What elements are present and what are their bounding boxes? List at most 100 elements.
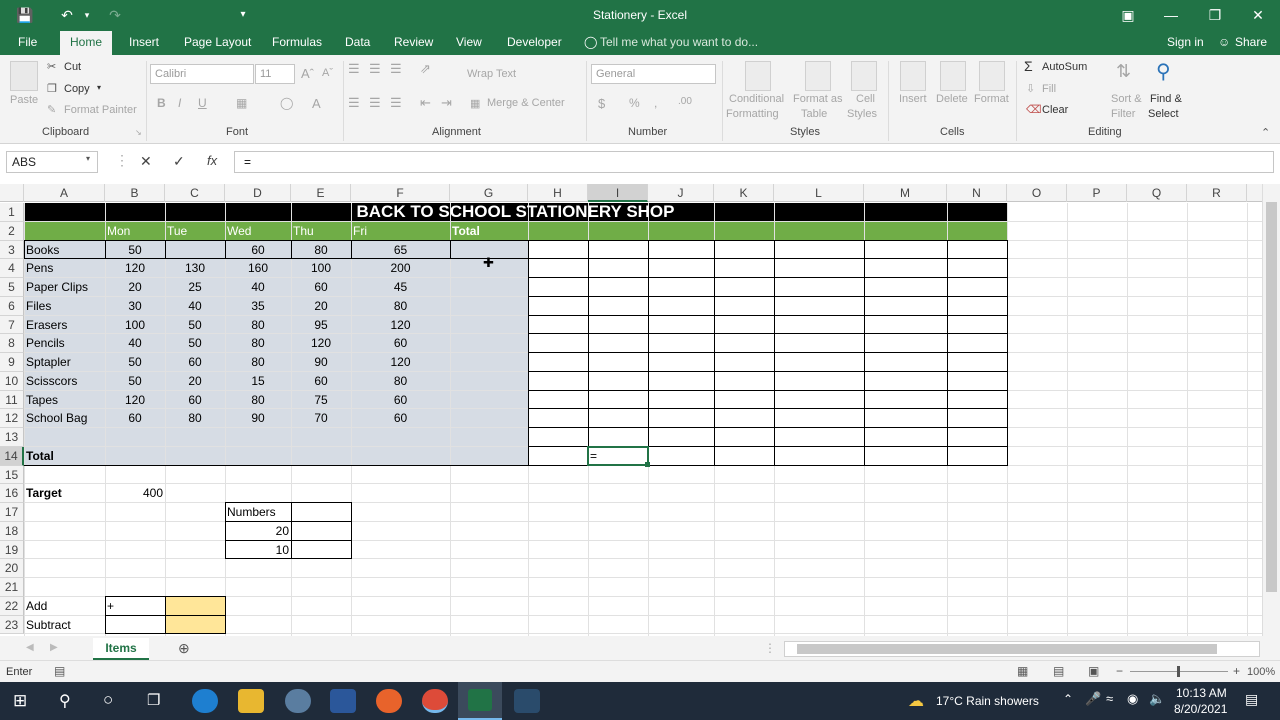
sales-value[interactable]: 30 [105, 297, 165, 316]
column-header-n[interactable]: N [947, 184, 1007, 202]
file-explorer-icon[interactable] [238, 689, 264, 713]
sales-value[interactable]: 60 [351, 391, 450, 410]
font-name-combo[interactable]: Calibri [150, 64, 254, 84]
collapse-ribbon-icon[interactable]: ⌃ [1261, 126, 1270, 139]
zoom-in-icon[interactable]: + [1233, 664, 1240, 678]
sort-filter-label-1[interactable]: Sort & [1111, 93, 1142, 105]
copy-dropdown-icon[interactable]: ▾ [97, 83, 101, 92]
increase-indent-icon[interactable]: ⇥ [441, 95, 452, 111]
sales-value[interactable]: 80 [225, 353, 291, 372]
row-header-9[interactable]: 9 [0, 353, 24, 372]
name-box[interactable]: ABS [6, 151, 98, 173]
row-header-5[interactable]: 5 [0, 278, 24, 297]
confirm-entry-icon[interactable]: ✓ [173, 153, 185, 170]
row-header-19[interactable]: 19 [0, 540, 24, 560]
firefox-icon[interactable] [376, 689, 402, 713]
sales-value[interactable]: 60 [165, 353, 225, 372]
cell-styles-label-1[interactable]: Cell [856, 93, 875, 105]
sales-value[interactable]: 60 [351, 334, 450, 353]
add-label[interactable]: Add [24, 597, 105, 616]
decrease-indent-icon[interactable]: ⇤ [420, 95, 431, 111]
item-name[interactable]: Books [24, 241, 105, 260]
add-sheet-icon[interactable]: ⊕ [178, 640, 190, 657]
formula-input[interactable]: = [234, 151, 1274, 173]
item-name[interactable]: Erasers [24, 316, 105, 335]
sales-value[interactable]: 65 [351, 241, 450, 260]
align-bottom-icon[interactable]: ☰ [390, 61, 402, 77]
column-header-b[interactable]: B [105, 184, 165, 202]
row-header-7[interactable]: 7 [0, 315, 24, 335]
column-header-g[interactable]: G [450, 184, 528, 202]
header-mon[interactable]: Mon [105, 222, 165, 241]
column-header-p[interactable]: P [1067, 184, 1127, 202]
row-header-12[interactable]: 12 [0, 409, 24, 428]
sales-value[interactable]: 120 [105, 259, 165, 278]
item-name[interactable]: Scisscors [24, 372, 105, 391]
paste-button[interactable]: Paste [10, 94, 38, 106]
tab-page-layout[interactable]: Page Layout [184, 35, 251, 49]
next-sheet-icon[interactable]: ▶ [50, 642, 58, 653]
item-name[interactable]: Pencils [24, 334, 105, 353]
sales-value[interactable]: 200 [351, 259, 450, 278]
column-header-a[interactable]: A [24, 184, 105, 202]
vertical-scrollbar[interactable] [1262, 184, 1280, 636]
delete-cells-button[interactable]: Delete [936, 93, 968, 105]
sales-value[interactable]: 50 [105, 372, 165, 391]
sales-value[interactable]: 35 [225, 297, 291, 316]
sales-value[interactable] [165, 241, 225, 260]
sort-filter-label-2[interactable]: Filter [1111, 108, 1135, 120]
zoom-out-icon[interactable]: − [1116, 664, 1123, 678]
sales-value[interactable]: 120 [351, 316, 450, 335]
row-header-13[interactable]: 13 [0, 428, 24, 447]
tab-file[interactable]: File [18, 35, 37, 49]
sales-value[interactable]: 60 [225, 241, 291, 260]
windows-start-icon[interactable]: ⊞ [13, 691, 27, 711]
row-header-3[interactable]: 3 [0, 240, 24, 260]
sales-value[interactable]: 100 [291, 259, 351, 278]
sales-value[interactable]: 60 [351, 409, 450, 428]
item-name[interactable]: Tapes [24, 391, 105, 410]
number-1[interactable]: 20 [225, 522, 291, 541]
column-header-m[interactable]: M [864, 184, 947, 202]
prev-sheet-icon[interactable]: ◀ [26, 642, 34, 653]
sales-value[interactable]: 50 [105, 241, 165, 260]
cut-button[interactable]: Cut [64, 61, 81, 73]
sales-value[interactable]: 95 [291, 316, 351, 335]
underline-icon[interactable]: U [198, 96, 207, 110]
row-header-11[interactable]: 11 [0, 390, 24, 410]
sales-value[interactable]: 120 [351, 353, 450, 372]
tab-split-icon[interactable]: ⋮ [764, 641, 776, 655]
minimize-icon[interactable]: — [1160, 5, 1182, 25]
format-as-table-label-2[interactable]: Table [801, 108, 827, 120]
sales-value[interactable]: 60 [105, 409, 165, 428]
orientation-icon[interactable]: ⇗ [420, 61, 431, 77]
app-icon[interactable] [285, 689, 311, 713]
column-header-o[interactable]: O [1007, 184, 1067, 202]
align-top-icon[interactable]: ☰ [348, 61, 360, 77]
conditional-formatting-label-2[interactable]: Formatting [726, 108, 779, 120]
network-icon[interactable]: ≈ [1106, 691, 1113, 706]
row-header-22[interactable]: 22 [0, 596, 24, 616]
page-break-view-icon[interactable]: ▣ [1088, 664, 1099, 678]
ribbon-display-icon[interactable]: ▣ [1117, 5, 1139, 25]
conditional-formatting-label-1[interactable]: Conditional [729, 93, 784, 105]
sales-value[interactable]: 45 [351, 278, 450, 297]
sales-value[interactable]: 25 [165, 278, 225, 297]
clock-time[interactable]: 10:13 AM [1176, 686, 1227, 700]
align-left-icon[interactable]: ☰ [348, 95, 360, 111]
item-name[interactable]: Sptapler [24, 353, 105, 372]
target-label[interactable]: Target [24, 484, 105, 503]
font-color-icon[interactable]: A [312, 96, 321, 111]
font-size-combo[interactable]: 11 [255, 64, 295, 84]
column-header-f[interactable]: F [351, 184, 450, 202]
row-header-8[interactable]: 8 [0, 334, 24, 353]
sales-value[interactable]: 20 [165, 372, 225, 391]
increase-decimal-icon[interactable]: .00 [678, 96, 692, 107]
column-header-d[interactable]: D [225, 184, 291, 202]
wifi-icon[interactable]: ◉ [1127, 691, 1138, 707]
tell-me-search[interactable]: Tell me what you want to do... [600, 35, 758, 49]
tab-formulas[interactable]: Formulas [272, 35, 322, 49]
row-header-10[interactable]: 10 [0, 371, 24, 391]
align-center-icon[interactable]: ☰ [369, 95, 381, 111]
increase-font-icon[interactable]: Aˆ [301, 66, 314, 81]
